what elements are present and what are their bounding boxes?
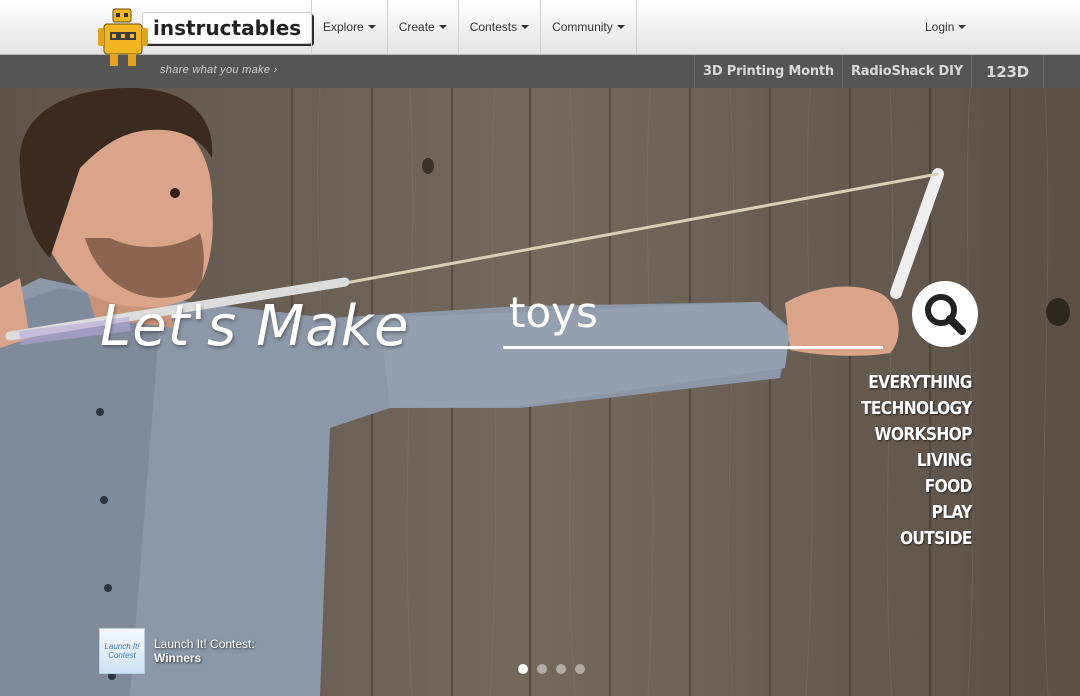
tagline-link[interactable]: share what you make › [160,64,278,76]
carousel-dots [518,664,585,674]
carousel-dot[interactable] [556,664,566,674]
nav-label: Create [398,20,435,34]
hero-headline: Let's Make [100,294,410,359]
main-nav: Explore Create Contests Community [311,0,637,54]
carousel-dot[interactable] [537,664,547,674]
nav-contests[interactable]: Contests [457,0,540,54]
category-technology[interactable]: TECHNOLOGY [861,396,972,422]
contest-promo-text: Launch It! Contest: Winners [154,637,255,665]
caret-down-icon [958,25,967,29]
top-nav: instructables Explore Create Contests Co… [0,0,1080,55]
search-input[interactable] [503,284,883,340]
link-radioshack-diy[interactable]: RadioShack DIY [841,55,971,88]
category-list: EVERYTHING TECHNOLOGY WORKSHOP LIVING FO… [843,370,972,552]
caret-down-icon [367,25,376,29]
category-everything[interactable]: EVERYTHING [861,370,973,396]
link-123d[interactable]: 123D [970,55,1044,88]
search-button[interactable] [912,281,978,347]
carousel-dot[interactable] [518,664,528,674]
contest-thumbnail: Launch It! Contest [99,628,145,674]
contest-promo-title: Launch It! Contest: [154,637,255,651]
site-logo[interactable]: instructables [142,12,313,44]
nav-label: Community [552,20,613,34]
link-3d-printing-month[interactable]: 3D Printing Month [694,55,842,88]
contest-promo-subtitle: Winners [154,651,202,665]
caret-down-icon [521,25,530,29]
login-button[interactable]: Login [925,0,967,54]
login-label: Login [925,20,955,34]
caret-down-icon [616,25,625,29]
hero-banner: Let's Make EVERYTHING TECHNOLOGY WORKSHO… [0,88,1080,696]
carousel-dot[interactable] [575,664,585,674]
category-play[interactable]: PLAY [861,500,973,526]
category-workshop[interactable]: WORKSHOP [861,422,973,448]
category-outside[interactable]: OUTSIDE [861,526,972,552]
category-living[interactable]: LIVING [861,448,973,474]
nav-create[interactable]: Create [386,0,458,54]
nav-community[interactable]: Community [540,0,637,54]
contest-promo[interactable]: Launch It! Contest Launch It! Contest: W… [99,628,255,674]
nav-label: Explore [323,20,364,34]
category-food[interactable]: FOOD [861,474,973,500]
search-icon [925,294,966,335]
caret-down-icon [438,25,447,29]
nav-label: Contests [469,20,518,34]
nav-explore[interactable]: Explore [311,0,387,54]
search-field-wrap [503,284,883,349]
secondary-bar: share what you make › 3D Printing Month … [0,55,1080,88]
robot-logo-icon[interactable] [96,6,152,78]
featured-links: 3D Printing Month RadioShack DIY 123D [694,55,1044,88]
